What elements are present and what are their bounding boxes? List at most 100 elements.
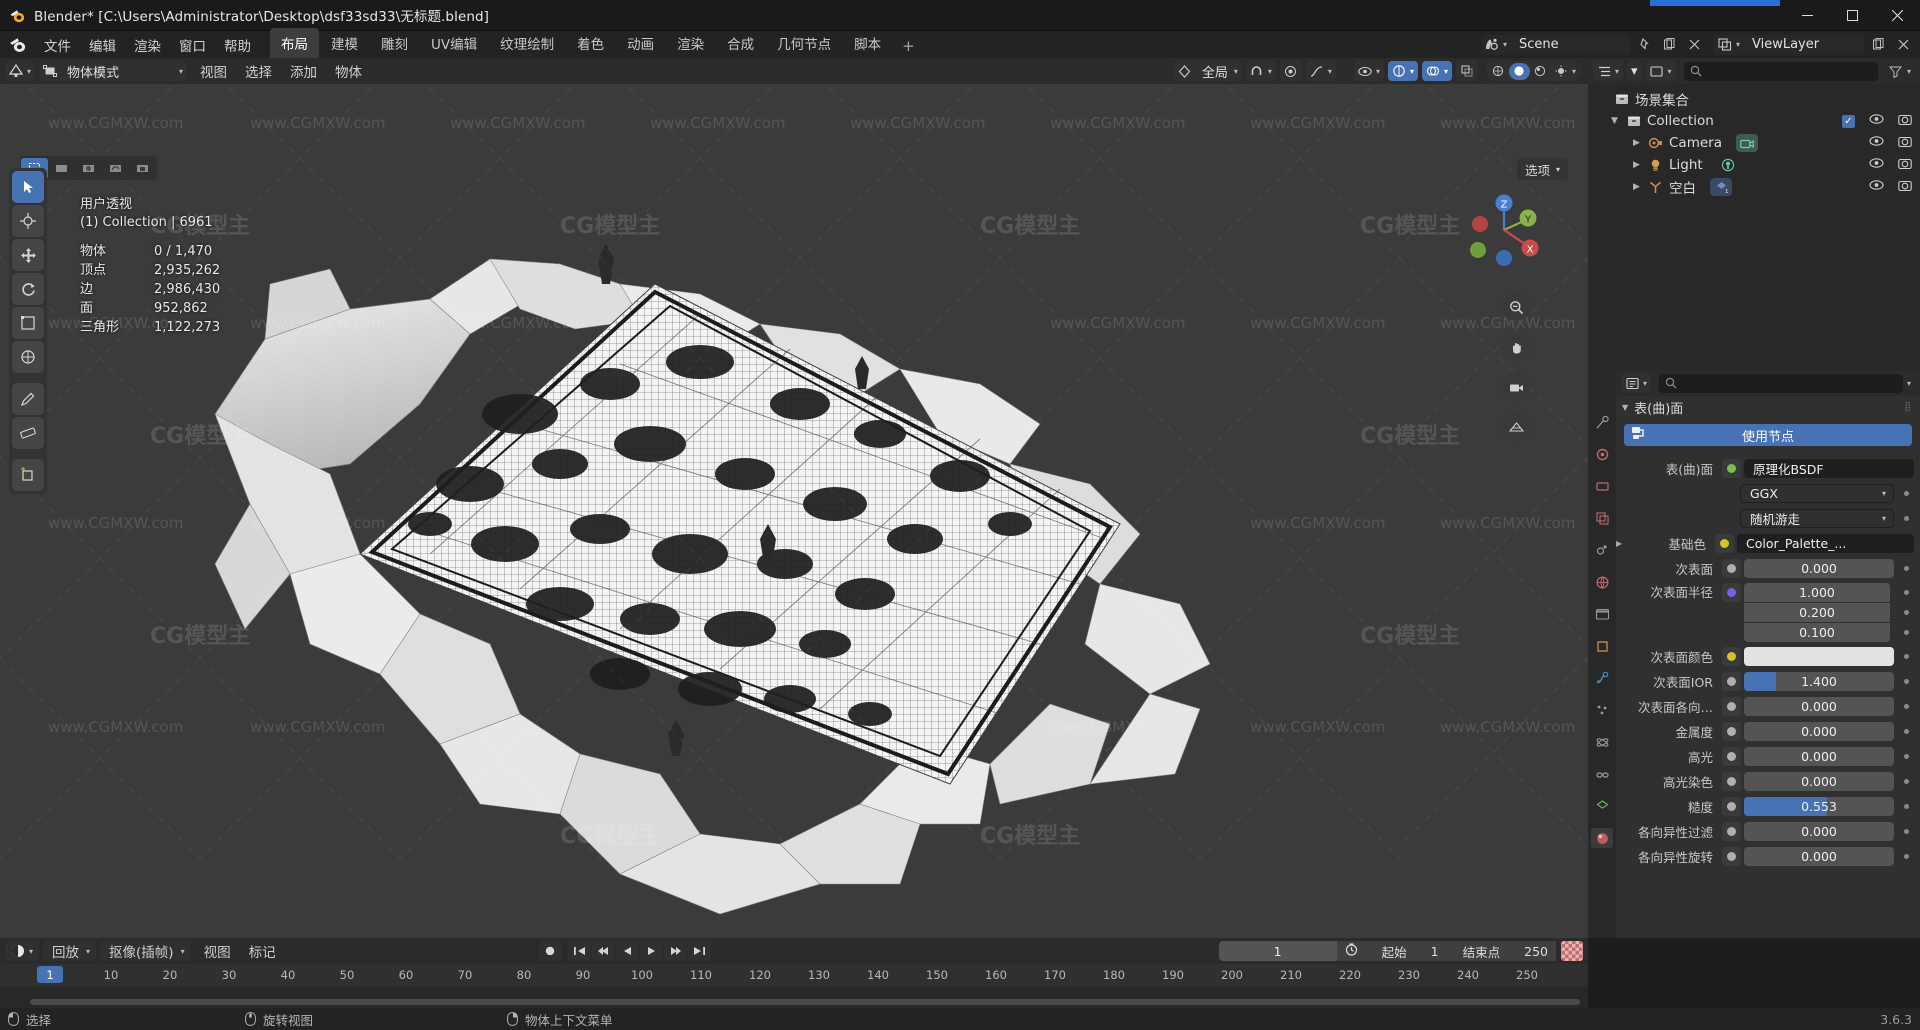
solid-shading-button[interactable]	[1508, 62, 1530, 80]
empty-expand-tri[interactable]: ▶	[1628, 182, 1645, 192]
wireframe-shading-button[interactable]	[1488, 63, 1509, 80]
radius-z-field[interactable]: 0.100	[1744, 623, 1890, 642]
tab-geometry-nodes[interactable]: 几何节点	[766, 28, 842, 58]
tab-sculpting[interactable]: 雕刻	[370, 28, 419, 58]
jump-to-end-button[interactable]	[687, 941, 711, 961]
interaction-mode-selector[interactable]: 物体模式 ▾	[39, 61, 188, 81]
viewport-menu-object[interactable]: 物体	[326, 58, 371, 84]
prop-socket-dot[interactable]	[1722, 459, 1741, 478]
prop-socket-dot[interactable]	[1722, 559, 1741, 578]
base-color-expand-tri-icon[interactable]: ▶	[1616, 539, 1629, 548]
prop-socket-dot[interactable]	[1722, 672, 1741, 691]
tab-shading[interactable]: 着色	[566, 28, 615, 58]
menu-render[interactable]: 渲染	[125, 31, 170, 59]
select-circle-mode[interactable]	[75, 158, 102, 179]
prop-animate-dot[interactable]	[1898, 603, 1914, 622]
prop-value-anisotropic[interactable]: 0.000	[1744, 822, 1894, 841]
prop-socket-dot[interactable]	[1722, 747, 1741, 766]
end-frame-value[interactable]: 250	[1524, 944, 1548, 959]
light-render-camera-icon[interactable]	[1898, 157, 1912, 174]
tool-transform[interactable]	[12, 341, 44, 373]
mesh-data-badge[interactable]: 1K	[1710, 178, 1732, 196]
use-nodes-button[interactable]: 使用节点	[1624, 424, 1912, 446]
viewport-menu-add[interactable]: 添加	[281, 58, 326, 84]
prop-value-subsurface-color-swatch[interactable]	[1744, 647, 1894, 666]
radius-x-field[interactable]: 1.000	[1744, 583, 1890, 602]
prop-animate-dot[interactable]	[1898, 779, 1914, 784]
properties-tab-physics[interactable]	[1591, 732, 1613, 752]
timeline-editor[interactable]: ▾ 回放 ▾ 抠像(插帧) ▾ 视图 标记 1 起始 1 结束点 250 1 1…	[0, 938, 1588, 1008]
tool-rotate[interactable]	[12, 273, 44, 305]
collection-expand-tri[interactable]: ▼	[1606, 116, 1623, 126]
menu-help[interactable]: 帮助	[215, 31, 260, 59]
properties-tab-render[interactable]	[1591, 444, 1613, 464]
prop-value-subsurface-ior[interactable]: 1.400	[1744, 672, 1894, 691]
prop-socket-dot[interactable]	[1715, 534, 1734, 553]
timeline-channel-area[interactable]	[0, 986, 1588, 1008]
properties-editor-type-selector[interactable]: ▾	[1621, 373, 1652, 393]
collection-render-camera-icon[interactable]	[1898, 113, 1912, 130]
viewport-render-canvas[interactable]	[0, 84, 1588, 938]
snap-toggle[interactable]: ▾	[1245, 61, 1276, 81]
properties-editor[interactable]: ▾ ▾ ▼ 表(曲)面 ⣿ 使用节点 表(曲)面 原理化BSDF GGX ▾ 随…	[1588, 370, 1920, 938]
menu-file[interactable]: 文件	[35, 31, 80, 59]
prop-socket-dot[interactable]	[1722, 583, 1741, 602]
prop-value-roughness[interactable]: 0.553	[1744, 797, 1894, 816]
outliner-editor-type-selector[interactable]: ▾	[1593, 61, 1624, 81]
new-viewlayer-button[interactable]	[1867, 35, 1889, 55]
properties-tab-object[interactable]	[1591, 636, 1613, 656]
toggle-orthographic-button[interactable]	[1502, 413, 1530, 441]
prop-value-anisotropic-rotation[interactable]: 0.000	[1744, 847, 1894, 866]
proportional-edit-toggle[interactable]	[1279, 61, 1302, 81]
tool-tweak[interactable]	[12, 171, 44, 203]
properties-tab-world[interactable]	[1591, 572, 1613, 592]
prop-animate-dot[interactable]	[1898, 491, 1914, 496]
tab-animation[interactable]: 动画	[616, 28, 665, 58]
falloff-selector[interactable]: ▾	[1305, 61, 1336, 81]
menu-window[interactable]: 窗口	[170, 31, 215, 59]
outliner-row-empty[interactable]: ▶ 空白 1K	[1588, 176, 1920, 198]
viewlayer-name[interactable]: ViewLayer	[1744, 37, 1864, 52]
add-workspace-button[interactable]: +	[893, 34, 924, 58]
tool-cursor[interactable]	[12, 205, 44, 237]
outliner-search-input[interactable]	[1683, 61, 1878, 81]
properties-tab-tool[interactable]	[1591, 412, 1613, 432]
properties-tab-constraint[interactable]	[1591, 764, 1613, 784]
use-preview-range-icon[interactable]	[1345, 943, 1358, 959]
properties-tab-material[interactable]	[1591, 828, 1613, 848]
prop-value-subsurface-anisotropy[interactable]: 0.000	[1744, 697, 1894, 716]
gizmo-toggle[interactable]: ▾	[1387, 61, 1418, 81]
blender-menu-logo-icon[interactable]	[8, 35, 28, 55]
next-keyframe-button[interactable]	[663, 941, 687, 961]
prop-value-specular-tint[interactable]: 0.000	[1744, 772, 1894, 791]
collection-checkbox[interactable]: ✓	[1842, 114, 1855, 128]
radius-y-field[interactable]: 0.200	[1744, 603, 1890, 622]
play-button[interactable]	[639, 941, 663, 961]
editor-type-selector[interactable]: ▾	[5, 61, 36, 81]
minimize-button[interactable]	[1785, 0, 1830, 31]
onion-skin-toggle[interactable]	[1560, 941, 1583, 961]
outliner-row-camera[interactable]: ▶ Camera	[1588, 132, 1920, 154]
timeline-menu-view[interactable]: 视图	[195, 938, 240, 964]
camera-visibility-eye-icon[interactable]	[1869, 135, 1884, 151]
light-expand-tri[interactable]: ▶	[1628, 160, 1645, 170]
tool-add-cube[interactable]	[12, 459, 44, 491]
tool-scale[interactable]	[12, 307, 44, 339]
prop-socket-dot[interactable]	[1722, 772, 1741, 791]
play-reverse-button[interactable]	[615, 941, 639, 961]
material-preview-button[interactable]	[1530, 63, 1551, 80]
light-data-badge[interactable]	[1717, 156, 1739, 174]
prop-animate-dot[interactable]	[1898, 804, 1914, 809]
outliner-row-light[interactable]: ▶ Light	[1588, 154, 1920, 176]
viewport-menu-view[interactable]: 视图	[191, 58, 236, 84]
prop-socket-dot[interactable]	[1722, 697, 1741, 716]
shading-caret-icon[interactable]: ▾	[1572, 67, 1580, 76]
transform-orientation-selector[interactable]: 全局 ▾	[1173, 61, 1242, 81]
pin-scene-button[interactable]	[1634, 35, 1656, 55]
prop-value-surface[interactable]: 原理化BSDF	[1744, 459, 1914, 478]
prop-animate-dot[interactable]	[1898, 516, 1914, 521]
camera-render-camera-icon[interactable]	[1898, 135, 1912, 152]
panel-grip-icon[interactable]: ⣿	[1904, 402, 1920, 412]
select-lasso-mode[interactable]	[102, 158, 129, 179]
pan-view-button[interactable]	[1502, 333, 1530, 361]
